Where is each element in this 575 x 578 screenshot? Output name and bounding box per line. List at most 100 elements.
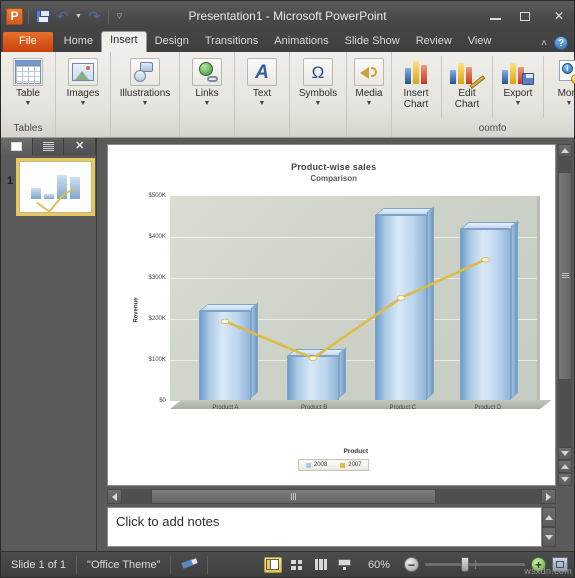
spelling-check-button[interactable]	[171, 555, 209, 574]
chevron-down-icon[interactable]: ▼	[315, 100, 322, 107]
tab-home[interactable]: Home	[56, 32, 101, 52]
edit-chart-button[interactable]: Edit Chart	[444, 52, 490, 122]
close-pane-button[interactable]: ✕	[64, 138, 97, 155]
images-button[interactable]: Images ▼	[57, 52, 109, 122]
legend-swatch	[305, 462, 311, 468]
collapse-ribbon-icon[interactable]: ˄	[541, 38, 547, 49]
export-label: Export	[503, 88, 533, 99]
zoom-level-label[interactable]: 60%	[360, 559, 398, 571]
slide-canvas-wrap: Product-wise sales Comparison Revenue $0…	[97, 138, 574, 486]
more-button[interactable]: i More ▼	[546, 52, 575, 122]
symbols-button[interactable]: Ω Symbols ▼	[291, 52, 345, 122]
ribbon-group-media: Media ▼	[346, 52, 391, 137]
export-icon	[502, 56, 534, 88]
legend-item-2007[interactable]: 2007	[340, 462, 362, 468]
chevron-down-icon[interactable]: ▼	[259, 100, 266, 107]
export-button[interactable]: Export ▼	[495, 52, 541, 122]
minimize-button[interactable]	[490, 12, 508, 20]
normal-view-button[interactable]	[263, 556, 282, 573]
theme-name[interactable]: "Office Theme"	[77, 555, 172, 574]
slide-show-button[interactable]	[336, 557, 354, 573]
zoom-in-button[interactable]: +	[531, 557, 546, 572]
scroll-down-button[interactable]	[558, 447, 572, 460]
zoom-slider-track[interactable]	[425, 557, 525, 572]
previous-slide-button[interactable]	[558, 460, 572, 473]
chart[interactable]: Product-wise sales Comparison Revenue $0…	[126, 162, 552, 472]
chevron-down-icon[interactable]: ▼	[204, 100, 211, 107]
slide-show-icon	[338, 559, 352, 570]
x-axis-title: Product	[343, 448, 369, 456]
quick-access-toolbar: P ↶ ▼ ↷ ▽	[1, 7, 125, 25]
chart-legend[interactable]: 2008 2007	[297, 459, 370, 472]
tab-design[interactable]: Design	[147, 32, 197, 52]
line-series-2007[interactable]	[170, 196, 537, 401]
insert-chart-icon	[405, 56, 427, 88]
slide-sorter-button[interactable]	[288, 557, 306, 573]
notes-pane[interactable]: Click to add notes	[107, 507, 542, 547]
customize-quick-access-icon[interactable]: ▽	[114, 8, 125, 25]
tab-file[interactable]: File	[3, 32, 53, 52]
horizontal-scroll-thumb[interactable]	[151, 489, 437, 504]
tab-insert[interactable]: Insert	[101, 31, 147, 52]
links-button[interactable]: Links ▼	[181, 52, 233, 122]
maximize-button[interactable]	[520, 11, 538, 21]
chevron-down-icon[interactable]: ▼	[515, 100, 522, 107]
chevron-down-icon[interactable]: ▼	[566, 100, 573, 107]
table-button[interactable]: Table ▼	[2, 52, 54, 122]
slide-pane-tabs: ✕	[1, 138, 97, 155]
horizontal-scroll-track[interactable]	[122, 489, 541, 504]
slides-tab[interactable]	[1, 138, 33, 155]
redo-icon[interactable]: ↷	[86, 8, 103, 25]
symbols-icon: Ω	[303, 56, 333, 88]
outline-tab[interactable]	[32, 138, 65, 155]
media-button[interactable]: Media ▼	[348, 52, 390, 122]
tab-transitions[interactable]: Transitions	[197, 32, 266, 52]
slide-canvas[interactable]: Product-wise sales Comparison Revenue $0…	[107, 144, 556, 486]
scroll-left-button[interactable]	[107, 489, 122, 504]
group-label-media	[348, 122, 390, 137]
slide-counter[interactable]: Slide 1 of 1	[1, 555, 78, 574]
group-label-links	[181, 122, 233, 137]
horizontal-scrollbar[interactable]	[107, 489, 556, 504]
x-axis-labels: Product A Product B Product C Product D	[170, 403, 540, 423]
tab-animations[interactable]: Animations	[266, 32, 336, 52]
edit-chart-icon	[450, 56, 486, 89]
zoom-slider-thumb[interactable]	[461, 557, 469, 572]
fit-to-window-button[interactable]	[552, 557, 568, 572]
illustrations-button[interactable]: Illustrations ▼	[112, 52, 178, 122]
zoom-out-button[interactable]: −	[404, 557, 419, 572]
ribbon-group-tables: Table ▼ Tables	[1, 52, 55, 137]
close-button[interactable]: ✕	[550, 9, 568, 23]
y-tick-label: $500K	[148, 193, 166, 199]
text-button[interactable]: A Text ▼	[236, 52, 288, 122]
reading-view-button[interactable]	[312, 557, 330, 573]
vertical-scrollbar[interactable]	[558, 144, 572, 486]
powerpoint-window: P ↶ ▼ ↷ ▽ Presentation1 - Microsoft Powe…	[0, 0, 575, 578]
next-slide-button[interactable]	[558, 473, 572, 486]
scroll-right-button[interactable]	[541, 489, 556, 504]
save-icon[interactable]	[34, 8, 51, 25]
chevron-down-icon[interactable]: ▼	[366, 100, 373, 107]
chevron-down-icon[interactable]: ▼	[142, 100, 149, 107]
images-button-label: Images	[66, 88, 100, 99]
undo-dropdown-icon[interactable]: ▼	[74, 8, 83, 25]
tab-slide-show[interactable]: Slide Show	[337, 32, 408, 52]
legend-item-2008[interactable]: 2008	[305, 462, 327, 468]
help-icon[interactable]: ?	[554, 36, 568, 50]
undo-icon[interactable]: ↶	[54, 8, 71, 25]
tab-review[interactable]: Review	[408, 32, 460, 52]
chevron-down-icon[interactable]: ▼	[80, 100, 87, 107]
group-label-text	[236, 122, 288, 137]
slide-thumbnail-item[interactable]: 1	[1, 155, 96, 219]
vertical-scroll-thumb[interactable]	[558, 171, 572, 381]
slide-thumbnail-preview[interactable]	[16, 158, 95, 216]
notes-scroll-up-button[interactable]	[542, 507, 556, 527]
vertical-scroll-track[interactable]	[558, 157, 572, 447]
more-icon: i	[558, 56, 575, 88]
insert-chart-button[interactable]: Insert Chart	[393, 52, 439, 122]
chevron-down-icon[interactable]: ▼	[25, 100, 32, 107]
notes-scrollbar[interactable]	[542, 507, 556, 547]
scroll-up-button[interactable]	[558, 144, 572, 157]
tab-view[interactable]: View	[460, 32, 500, 52]
notes-scroll-down-button[interactable]	[542, 527, 556, 547]
